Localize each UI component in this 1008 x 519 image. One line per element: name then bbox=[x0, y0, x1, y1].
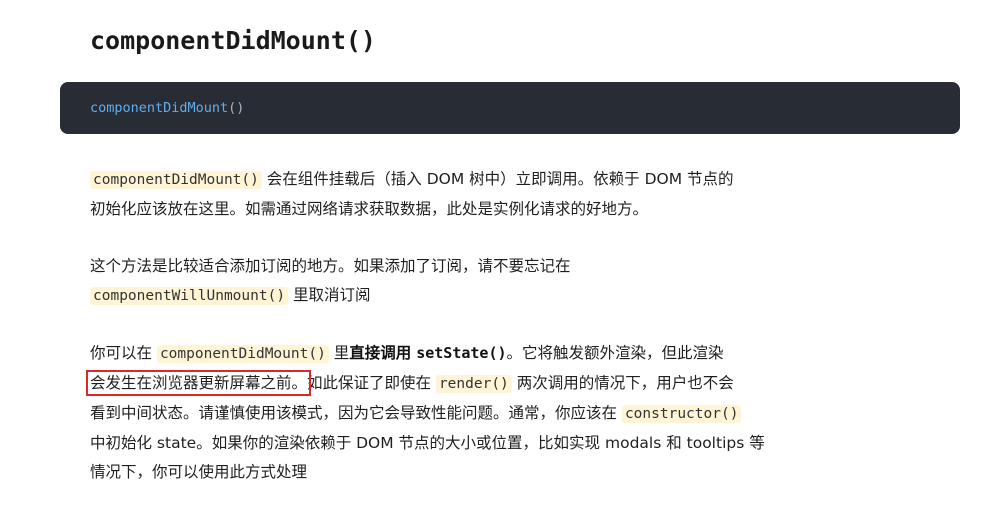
paragraph-line: 看到中间状态。请谨慎使用该模式，因为它会导致性能问题。通常，你应该在 const… bbox=[90, 399, 830, 429]
text-span: 中初始化 state。如果你的渲染依赖于 DOM 节点的大小或位置，比如实现 m… bbox=[90, 434, 765, 452]
paragraph-line: 你可以在 componentDidMount() 里直接调用 setState(… bbox=[90, 339, 830, 369]
text-span: 这个方法是比较适合添加订阅的地方。如果添加了订阅，请不要忘记在 bbox=[90, 257, 571, 275]
bold-code: setState() bbox=[416, 344, 507, 362]
paragraph-line: componentDidMount() 会在组件挂载后（插入 DOM 树中）立即… bbox=[90, 165, 830, 195]
text-span: 如此保证了即使在 bbox=[307, 374, 436, 392]
paragraph-intro: componentDidMount() 会在组件挂载后（插入 DOM 树中）立即… bbox=[90, 165, 830, 224]
code-parens: () bbox=[228, 100, 245, 116]
text-span: 里取消订阅 bbox=[288, 286, 371, 304]
code-function-name: componentDidMount bbox=[90, 100, 229, 116]
text-span: 情况下，你可以使用此方式处理 bbox=[90, 463, 308, 481]
code-block: componentDidMount() bbox=[60, 82, 960, 134]
paragraph-line: 会发生在浏览器更新屏幕之前。如此保证了即使在 render() 两次调用的情况下… bbox=[85, 369, 830, 399]
inline-code: componentDidMount() bbox=[90, 171, 262, 189]
paragraph-line: 情况下，你可以使用此方式处理 bbox=[90, 458, 830, 487]
section-heading: componentDidMount() bbox=[90, 26, 376, 55]
highlighted-text-box: 会发生在浏览器更新屏幕之前。 bbox=[85, 370, 312, 396]
text-span: 会在组件挂载后（插入 DOM 树中）立即调用。依赖于 DOM 节点的 bbox=[261, 170, 734, 188]
text-span: 。它将触发额外渲染，但此渲染 bbox=[506, 344, 724, 362]
paragraph-line: 初始化应该放在这里。如需通过网络请求获取数据，此处是实例化请求的好地方。 bbox=[90, 195, 830, 224]
inline-code: componentWillUnmount() bbox=[90, 287, 289, 305]
inline-code: constructor() bbox=[621, 405, 742, 423]
text-span: 里 bbox=[328, 344, 350, 362]
text-span: 看到中间状态。请谨慎使用该模式，因为它会导致性能问题。通常，你应该在 bbox=[90, 404, 622, 422]
text-span: 你可以在 bbox=[90, 344, 157, 362]
code-line: componentDidMount() bbox=[90, 99, 244, 117]
text-span: 初始化应该放在这里。如需通过网络请求获取数据，此处是实例化请求的好地方。 bbox=[90, 200, 649, 218]
text-span: 两次调用的情况下，用户也不会 bbox=[511, 374, 734, 392]
inline-code: render() bbox=[435, 375, 512, 393]
paragraph-subscription: 这个方法是比较适合添加订阅的地方。如果添加了订阅，请不要忘记在 componen… bbox=[90, 252, 830, 311]
paragraph-line: 中初始化 state。如果你的渲染依赖于 DOM 节点的大小或位置，比如实现 m… bbox=[90, 429, 830, 458]
inline-code: componentDidMount() bbox=[156, 345, 329, 363]
bold-text: 直接调用 bbox=[349, 344, 412, 362]
paragraph-line: 这个方法是比较适合添加订阅的地方。如果添加了订阅，请不要忘记在 bbox=[90, 252, 830, 281]
paragraph-line: componentWillUnmount() 里取消订阅 bbox=[90, 281, 830, 311]
paragraph-setstate: 你可以在 componentDidMount() 里直接调用 setState(… bbox=[85, 339, 830, 487]
